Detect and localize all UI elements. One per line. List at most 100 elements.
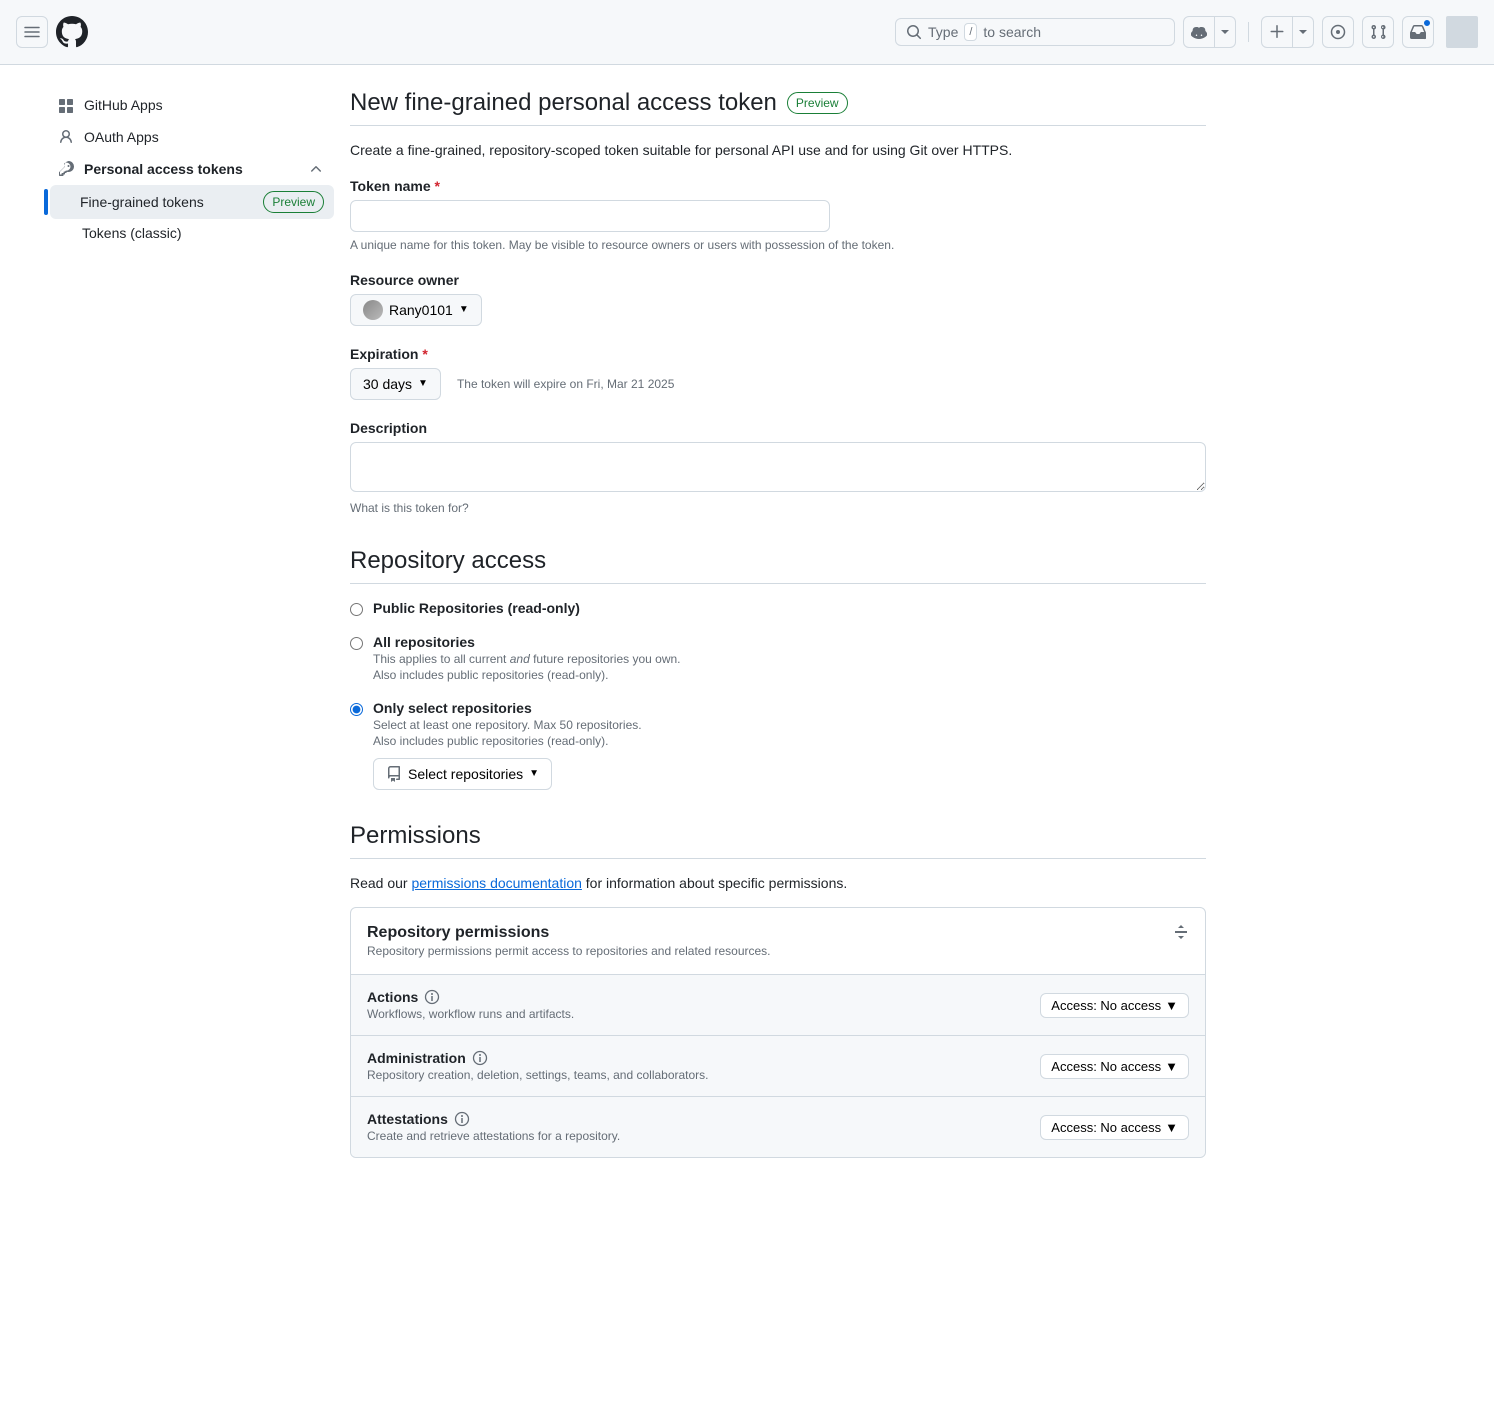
- radio-public-repos-input[interactable]: [350, 603, 363, 616]
- repo-permissions-title: Repository permissions: [367, 924, 771, 942]
- header-divider: [1248, 22, 1249, 42]
- radio-all-desc2: Also includes public repositories (read-…: [373, 668, 681, 682]
- copilot-icon: [1191, 24, 1207, 40]
- permissions-heading: Permissions: [350, 822, 1206, 850]
- apps-icon: [58, 97, 74, 113]
- radio-all-repos[interactable]: All repositories This applies to all cur…: [350, 634, 1206, 682]
- expiration-select[interactable]: 30 days ▼: [350, 368, 441, 400]
- resource-owner-label: Resource owner: [350, 272, 1206, 288]
- description-group: Description What is this token for?: [350, 420, 1206, 515]
- hamburger-icon: [24, 24, 40, 40]
- page-title-text: New fine-grained personal access token: [350, 89, 777, 117]
- search-suffix: to search: [983, 24, 1041, 40]
- access-select-administration[interactable]: Access: No access ▼: [1040, 1054, 1189, 1079]
- person-icon: [58, 129, 74, 145]
- perm-desc: Create and retrieve attestations for a r…: [367, 1129, 620, 1143]
- search-key: /: [964, 23, 977, 41]
- select-repos-text: Select repositories: [408, 764, 523, 784]
- issue-icon: [1330, 24, 1346, 40]
- radio-select-desc2: Also includes public repositories (read-…: [373, 734, 642, 748]
- caret-down-icon: ▼: [1165, 1059, 1178, 1074]
- permission-row-attestations: Attestations Create and retrieve attesta…: [351, 1097, 1205, 1157]
- info-icon[interactable]: [424, 989, 440, 1005]
- repo-icon: [386, 766, 402, 782]
- radio-all-label: All repositories: [373, 634, 681, 650]
- main-content: New fine-grained personal access token P…: [350, 65, 1230, 1182]
- sidebar-item-github-apps[interactable]: GitHub Apps: [48, 89, 334, 121]
- copilot-button[interactable]: [1183, 16, 1215, 48]
- sidebar-label: OAuth Apps: [84, 129, 159, 145]
- radio-select-repos[interactable]: Only select repositories Select at least…: [350, 700, 1206, 790]
- sidebar-sublabel: Fine-grained tokens: [80, 194, 204, 210]
- token-name-group: Token name * A unique name for this toke…: [350, 178, 1206, 252]
- permission-row-actions: Actions Workflows, workflow runs and art…: [351, 975, 1205, 1036]
- permissions-blurb: Read our permissions documentation for i…: [350, 875, 1206, 891]
- token-name-input[interactable]: [350, 200, 830, 232]
- resource-owner-value: Rany0101: [389, 300, 453, 320]
- issues-button[interactable]: [1322, 16, 1354, 48]
- select-repositories-button[interactable]: Select repositories ▼: [373, 758, 552, 790]
- subhead-divider: [350, 125, 1206, 126]
- pull-requests-button[interactable]: [1362, 16, 1394, 48]
- radio-all-desc1: This applies to all current and future r…: [373, 652, 681, 666]
- info-icon[interactable]: [454, 1111, 470, 1127]
- global-header: Type / to search: [0, 0, 1494, 65]
- caret-down-icon: [1299, 28, 1307, 36]
- expiration-label: Expiration *: [350, 346, 1206, 362]
- sidebar-subitem-fine-grained-tokens[interactable]: Fine-grained tokens Preview: [50, 185, 334, 219]
- radio-select-label: Only select repositories: [373, 700, 642, 716]
- resource-owner-group: Resource owner Rany0101 ▼: [350, 272, 1206, 326]
- sidebar-label: Personal access tokens: [84, 161, 243, 177]
- sidebar-item-personal-access-tokens[interactable]: Personal access tokens: [48, 153, 334, 185]
- key-icon: [58, 161, 74, 177]
- perm-name: Attestations: [367, 1111, 620, 1127]
- radio-public-label: Public Repositories (read-only): [373, 600, 580, 616]
- repo-permissions-header: Repository permissions Repository permis…: [351, 908, 1205, 975]
- repository-permissions-box: Repository permissions Repository permis…: [350, 907, 1206, 1158]
- permissions-doc-link[interactable]: permissions documentation: [411, 875, 581, 891]
- radio-public-repos[interactable]: Public Repositories (read-only): [350, 600, 1206, 616]
- create-new-button[interactable]: [1261, 16, 1293, 48]
- radio-select-repos-input[interactable]: [350, 703, 363, 716]
- github-mark-icon: [56, 16, 88, 48]
- search-bar[interactable]: Type / to search: [895, 18, 1175, 46]
- description-note: What is this token for?: [350, 501, 1206, 515]
- caret-down-icon: ▼: [529, 764, 539, 784]
- repo-permissions-desc: Repository permissions permit access to …: [367, 944, 771, 958]
- user-avatar[interactable]: [1446, 16, 1478, 48]
- sidebar-item-oauth-apps[interactable]: OAuth Apps: [48, 121, 334, 153]
- collapse-permissions-button[interactable]: [1173, 924, 1189, 940]
- perm-name: Administration: [367, 1050, 709, 1066]
- settings-sidebar: GitHub Apps OAuth Apps Personal access t…: [0, 65, 350, 1182]
- perm-desc: Workflows, workflow runs and artifacts.: [367, 1007, 574, 1021]
- copilot-dropdown-button[interactable]: [1215, 16, 1236, 48]
- caret-down-icon: ▼: [1165, 998, 1178, 1013]
- info-icon[interactable]: [472, 1050, 488, 1066]
- sidebar-label: GitHub Apps: [84, 97, 163, 113]
- radio-all-repos-input[interactable]: [350, 637, 363, 650]
- hamburger-menu-button[interactable]: [16, 16, 48, 48]
- notification-indicator: [1422, 18, 1432, 28]
- search-prefix: Type: [928, 24, 958, 40]
- description-label: Description: [350, 420, 1206, 436]
- resource-owner-select[interactable]: Rany0101 ▼: [350, 294, 482, 326]
- collapse-icon: [1173, 924, 1189, 940]
- caret-down-icon: ▼: [1165, 1120, 1178, 1135]
- search-icon: [906, 24, 922, 40]
- sidebar-sublabel: Tokens (classic): [82, 225, 182, 241]
- permission-row-administration: Administration Repository creation, dele…: [351, 1036, 1205, 1097]
- caret-down-icon: ▼: [459, 300, 469, 320]
- expiration-note: The token will expire on Fri, Mar 21 202…: [457, 377, 674, 391]
- token-name-label: Token name *: [350, 178, 1206, 194]
- access-select-actions[interactable]: Access: No access ▼: [1040, 993, 1189, 1018]
- sidebar-subitem-tokens-classic[interactable]: Tokens (classic): [52, 219, 334, 247]
- expiration-value: 30 days: [363, 374, 412, 394]
- caret-down-icon: [1221, 28, 1229, 36]
- description-textarea[interactable]: [350, 442, 1206, 492]
- create-new-dropdown-button[interactable]: [1293, 16, 1314, 48]
- github-logo[interactable]: [56, 16, 88, 48]
- token-name-note: A unique name for this token. May be vis…: [350, 238, 1206, 252]
- chevron-up-icon: [308, 161, 324, 177]
- access-select-attestations[interactable]: Access: No access ▼: [1040, 1115, 1189, 1140]
- repo-access-heading: Repository access: [350, 547, 1206, 575]
